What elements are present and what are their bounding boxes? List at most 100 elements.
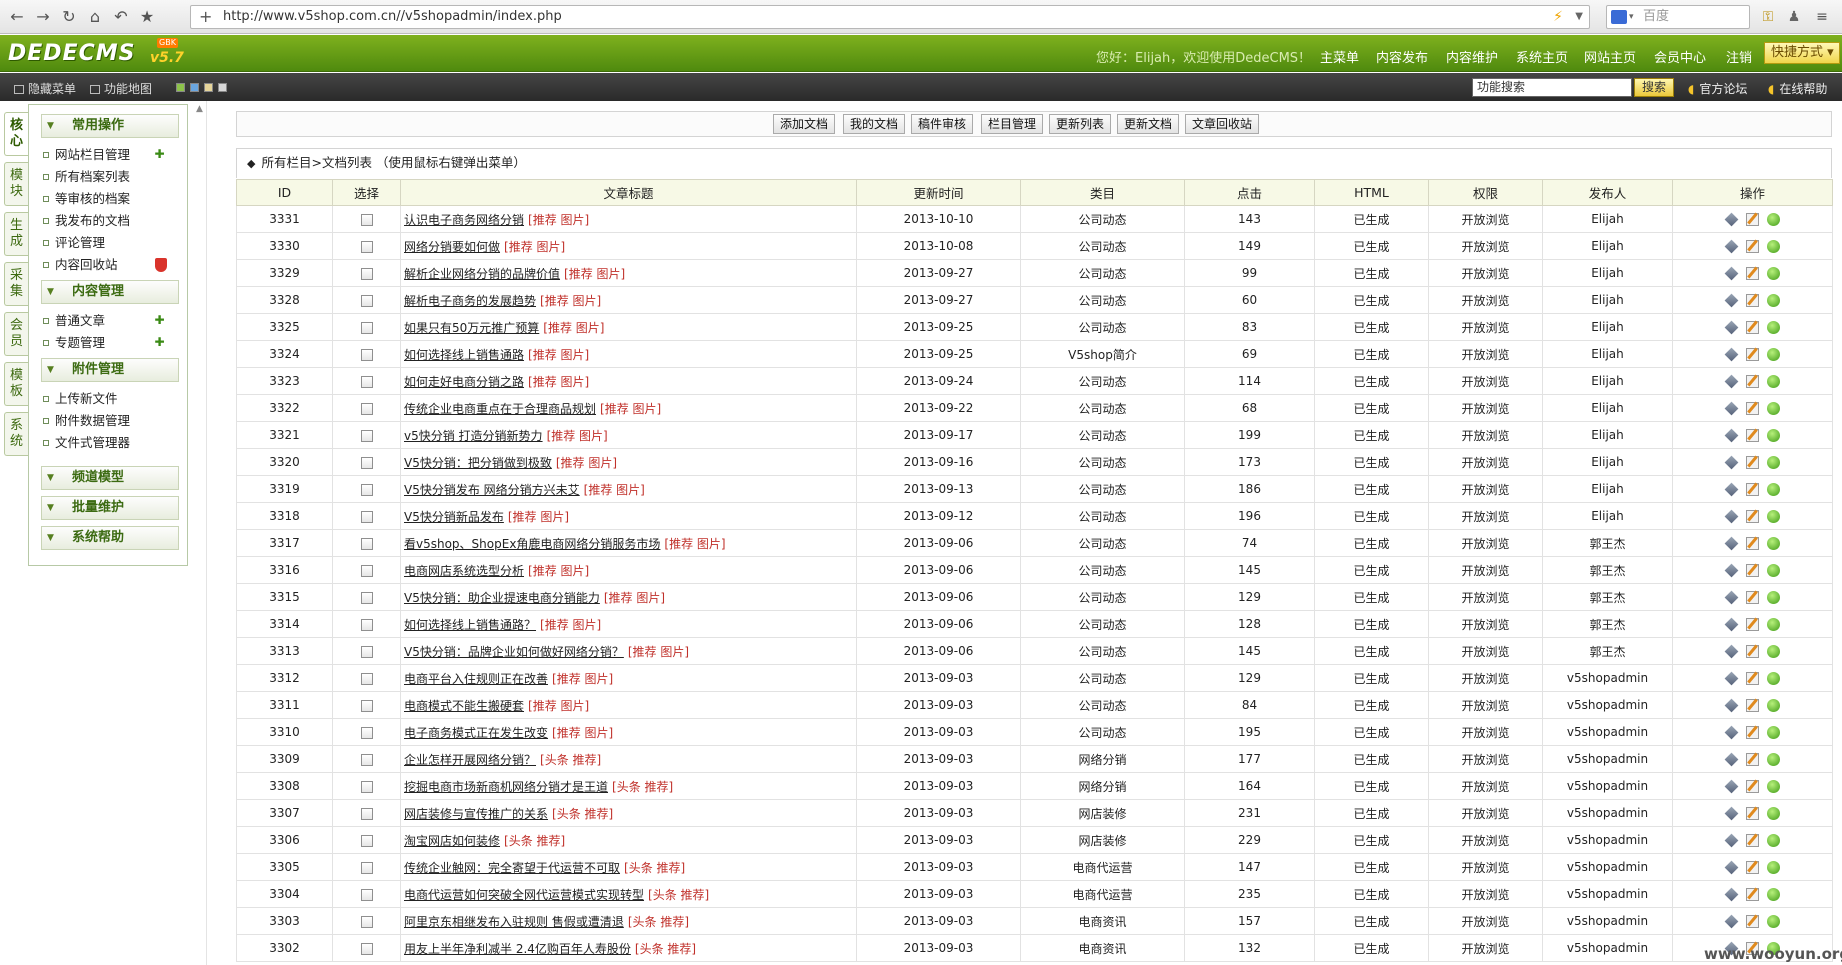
edit-icon[interactable] <box>1746 834 1759 847</box>
top-menu-system-home[interactable]: 系统主页 <box>1516 47 1568 66</box>
preview-icon[interactable] <box>1767 402 1780 415</box>
refresh-icon[interactable]: ↻ <box>58 6 80 28</box>
menu-item-file-manager[interactable]: 文件式管理器 <box>37 432 179 454</box>
doc-title-link[interactable]: V5快分销新品发布 <box>404 510 504 524</box>
doc-title-link[interactable]: V5快分销：助企业提速电商分销能力 <box>404 591 600 605</box>
edit-icon[interactable] <box>1746 348 1759 361</box>
doc-title-link[interactable]: V5快分销：品牌企业如何做好网络分销？ <box>404 645 624 659</box>
preview-icon[interactable] <box>1767 375 1780 388</box>
move-icon[interactable] <box>1724 266 1739 281</box>
edit-icon[interactable] <box>1746 240 1759 253</box>
preview-icon[interactable] <box>1767 807 1780 820</box>
doc-title-link[interactable]: 认识电子商务网络分销 <box>404 213 524 227</box>
move-icon[interactable] <box>1724 455 1739 470</box>
doc-title-link[interactable]: 网络分销要如何做 <box>404 240 500 254</box>
edit-icon[interactable] <box>1746 294 1759 307</box>
tab-template[interactable]: 模板 <box>4 362 28 406</box>
menu-item-upload[interactable]: 上传新文件 <box>37 388 179 410</box>
column-header[interactable]: 更新时间 <box>856 179 1021 206</box>
menu-item-attach-data[interactable]: 附件数据管理 <box>37 410 179 432</box>
doc-title-link[interactable]: 用友上半年净利减半 2.4亿购百年人寿股份 <box>404 942 631 956</box>
table-row[interactable]: 3321 v5快分销 打造分销新势力 [推荐 图片] 2013-09-17 公司动态 19… <box>236 421 1833 449</box>
group-common-ops[interactable]: ▼ 常用操作 <box>41 114 179 138</box>
select-checkbox[interactable] <box>360 618 373 631</box>
hide-menu-link[interactable]: 隐藏菜单 <box>14 80 76 97</box>
menu-item-column-manage[interactable]: 网站栏目管理 ✚ <box>37 144 179 166</box>
select-checkbox[interactable] <box>360 321 373 334</box>
select-checkbox[interactable] <box>360 213 373 226</box>
table-row[interactable]: 3308 挖掘电商市场新商机网络分销才是王道 [头条 推荐] 2013-09-03 网络… <box>236 772 1833 800</box>
preview-icon[interactable] <box>1767 294 1780 307</box>
edit-icon[interactable] <box>1746 267 1759 280</box>
select-checkbox[interactable] <box>360 510 373 523</box>
doc-title-link[interactable]: 如何选择线上销售通路？ <box>404 618 536 632</box>
star-icon[interactable]: ★ <box>136 6 158 28</box>
doc-title-link[interactable]: 淘宝网店如何装修 <box>404 834 500 848</box>
new-tab-plus-icon[interactable]: + <box>199 6 212 28</box>
forward-icon[interactable]: → <box>32 6 54 28</box>
column-header[interactable]: ID <box>236 179 333 206</box>
column-header[interactable]: 选择 <box>332 179 401 206</box>
bolt-icon[interactable]: ⚡ <box>1553 6 1563 28</box>
move-icon[interactable] <box>1724 509 1739 524</box>
table-row[interactable]: 3320 V5快分销：把分销做到极致 [推荐 图片] 2013-09-16 公司动态 17… <box>236 448 1833 476</box>
table-row[interactable]: 3328 解析电子商务的发展趋势 [推荐 图片] 2013-09-27 公司动态 60 已生… <box>236 286 1833 314</box>
doc-title-link[interactable]: 如何走好电商分销之路 <box>404 375 524 389</box>
select-checkbox[interactable] <box>360 834 373 847</box>
doc-title-link[interactable]: 网店装修与宣传推广的关系 <box>404 807 548 821</box>
table-row[interactable]: 3307 网店装修与宣传推广的关系 [头条 推荐] 2013-09-03 网店装修 231… <box>236 799 1833 827</box>
column-header[interactable]: HTML <box>1314 179 1429 206</box>
edit-icon[interactable] <box>1746 780 1759 793</box>
table-row[interactable]: 3325 如果只有50万元推广预算 [推荐 图片] 2013-09-25 公司动态 83 已… <box>236 313 1833 341</box>
select-checkbox[interactable] <box>360 294 373 307</box>
table-row[interactable]: 3319 V5快分销发布 网络分销方兴未艾 [推荐 图片] 2013-09-13 公司动… <box>236 475 1833 503</box>
select-checkbox[interactable] <box>360 861 373 874</box>
top-menu-member[interactable]: 会员中心 <box>1654 47 1706 66</box>
move-icon[interactable] <box>1724 833 1739 848</box>
column-header[interactable]: 文章标题 <box>400 179 857 206</box>
table-row[interactable]: 3315 V5快分销：助企业提速电商分销能力 [推荐 图片] 2013-09-06 公司… <box>236 583 1833 611</box>
theme-swatch-gray[interactable] <box>218 83 227 92</box>
doc-title-link[interactable]: 如果只有50万元推广预算 <box>404 321 539 335</box>
edit-icon[interactable] <box>1746 861 1759 874</box>
preview-icon[interactable] <box>1767 780 1780 793</box>
doc-title-link[interactable]: 电商代运营如何突破全网代运营模式实现转型 <box>404 888 644 902</box>
browser-search-input[interactable]: ▾ 百度 <box>1606 5 1750 29</box>
doc-title-link[interactable]: 解析电子商务的发展趋势 <box>404 294 536 308</box>
menu-item-comments[interactable]: 评论管理 <box>37 232 179 254</box>
edit-icon[interactable] <box>1746 672 1759 685</box>
select-checkbox[interactable] <box>360 375 373 388</box>
select-checkbox[interactable] <box>360 564 373 577</box>
select-checkbox[interactable] <box>360 942 373 955</box>
table-row[interactable]: 3302 用友上半年净利减半 2.4亿购百年人寿股份 [头条 推荐] 2013-09-… <box>236 934 1833 962</box>
preview-icon[interactable] <box>1767 213 1780 226</box>
preview-icon[interactable] <box>1767 348 1780 361</box>
column-manage-button[interactable]: 栏目管理 <box>981 114 1044 134</box>
select-checkbox[interactable] <box>360 645 373 658</box>
select-checkbox[interactable] <box>360 915 373 928</box>
table-row[interactable]: 3306 淘宝网店如何装修 [头条 推荐] 2013-09-03 网店装修 229 已生成开… <box>236 826 1833 854</box>
back-icon[interactable]: ← <box>6 6 28 28</box>
doc-title-link[interactable]: 解析企业网络分销的品牌价值 <box>404 267 560 281</box>
shield-icon[interactable] <box>155 258 167 272</box>
top-menu-main[interactable]: 主菜单 <box>1320 47 1359 66</box>
group-attachments[interactable]: ▼ 附件管理 <box>41 358 179 382</box>
table-row[interactable]: 3312 电商平台入住规则正在改善 [推荐 图片] 2013-09-03 公司动态 129… <box>236 664 1833 692</box>
doc-title-link[interactable]: 挖掘电商市场新商机网络分销才是王道 <box>404 780 608 794</box>
preview-icon[interactable] <box>1767 456 1780 469</box>
table-row[interactable]: 3329 解析企业网络分销的品牌价值 [推荐 图片] 2013-09-27 公司动态 99… <box>236 259 1833 287</box>
select-checkbox[interactable] <box>360 726 373 739</box>
move-icon[interactable] <box>1724 806 1739 821</box>
select-checkbox[interactable] <box>360 267 373 280</box>
table-row[interactable]: 3331 认识电子商务网络分销 [推荐 图片] 2013-10-10 公司动态 143 已生… <box>236 205 1833 233</box>
group-help[interactable]: ▼ 系统帮助 <box>41 526 179 550</box>
preview-icon[interactable] <box>1767 537 1780 550</box>
edit-icon[interactable] <box>1746 807 1759 820</box>
preview-icon[interactable] <box>1767 618 1780 631</box>
preview-icon[interactable] <box>1767 861 1780 874</box>
table-row[interactable]: 3314 如何选择线上销售通路？ [推荐 图片] 2013-09-06 公司动态 128 已… <box>236 610 1833 638</box>
table-row[interactable]: 3318 V5快分销新品发布 [推荐 图片] 2013-09-12 公司动态 196 已生成… <box>236 502 1833 530</box>
function-search-input[interactable]: 功能搜索 <box>1472 78 1632 97</box>
move-icon[interactable] <box>1724 212 1739 227</box>
menu-item-pending[interactable]: 等审核的档案 <box>37 188 179 210</box>
